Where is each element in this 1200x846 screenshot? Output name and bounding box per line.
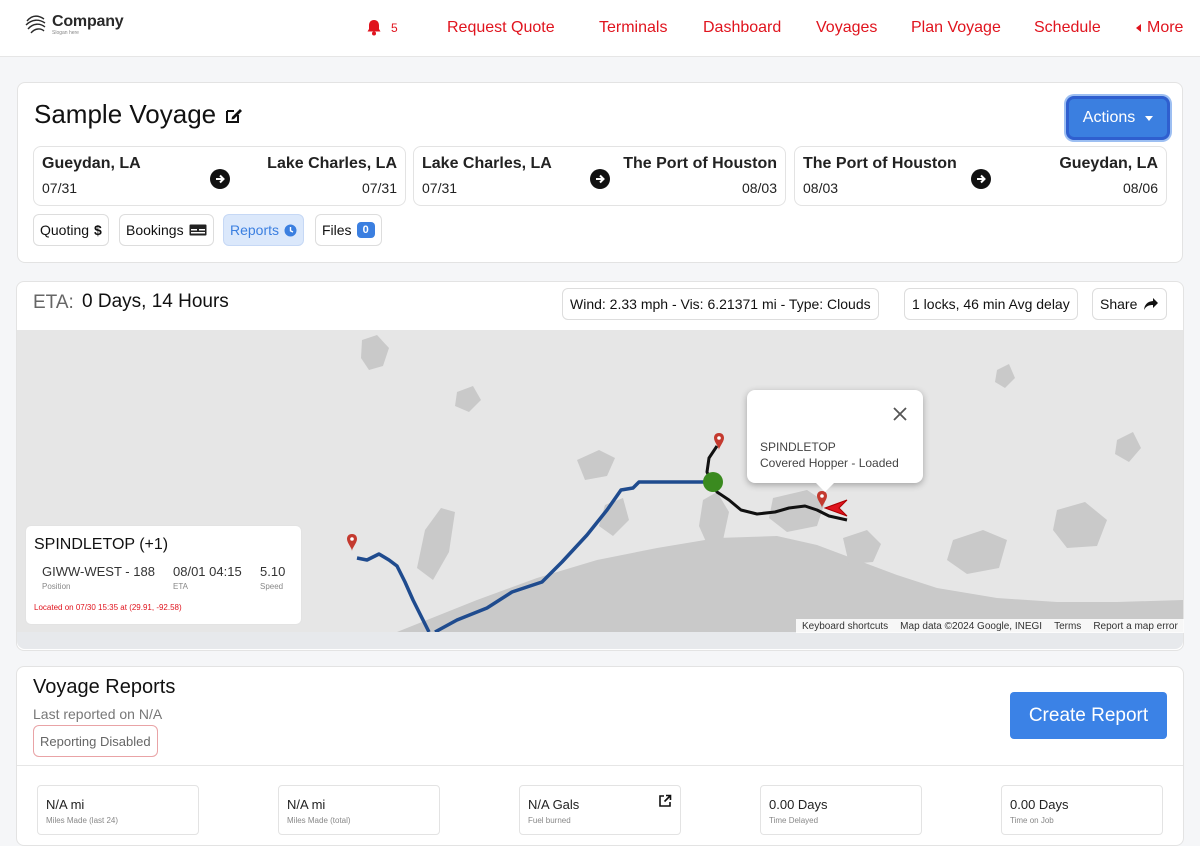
leg-destination-date: 08/03 bbox=[741, 180, 777, 196]
tab-reports-label: Reports bbox=[230, 222, 280, 238]
eta-value: 0 Days, 14 Hours bbox=[82, 291, 229, 312]
logo-text: Company Slogan here bbox=[52, 13, 124, 37]
voyage-title-row: Sample Voyage bbox=[34, 99, 244, 130]
terms-link[interactable]: Terms bbox=[1048, 621, 1087, 632]
edit-icon[interactable] bbox=[224, 105, 244, 125]
brand-name: Company bbox=[52, 13, 124, 30]
vessel-position: GIWW-WEST - 188 bbox=[42, 564, 155, 579]
arrow-right-icon bbox=[210, 169, 230, 189]
map-attribution: Keyboard shortcuts Map data ©2024 Google… bbox=[796, 619, 1184, 633]
leg-destination: Gueydan, LA bbox=[1059, 155, 1158, 172]
logo-mark-icon bbox=[25, 15, 46, 34]
stat-label: Miles Made (last 24) bbox=[46, 816, 119, 825]
nav-request-quote[interactable]: Request Quote bbox=[447, 18, 555, 38]
brand-slogan: Slogan here bbox=[52, 30, 79, 36]
caret-left-icon bbox=[1136, 24, 1141, 32]
create-report-button[interactable]: Create Report bbox=[1010, 692, 1167, 739]
share-button[interactable]: Share bbox=[1092, 288, 1168, 320]
tab-files[interactable]: Files 0 bbox=[315, 214, 382, 246]
vessel-speed-label: Speed bbox=[260, 582, 284, 591]
vessel-name: SPINDLETOP (+1) bbox=[34, 536, 169, 553]
leg-origin-date: 07/31 bbox=[42, 180, 78, 196]
leg-origin: The Port of Houston bbox=[803, 155, 957, 172]
nav-terminals[interactable]: Terminals bbox=[599, 18, 667, 38]
external-link-icon[interactable] bbox=[658, 794, 672, 808]
leg-origin: Gueydan, LA bbox=[42, 155, 141, 172]
eta-label: ETA: bbox=[33, 292, 74, 313]
share-icon bbox=[1144, 298, 1159, 310]
tab-reports[interactable]: Reports bbox=[223, 214, 305, 246]
tab-bookings[interactable]: Bookings bbox=[119, 214, 214, 246]
tab-quoting[interactable]: Quoting $ bbox=[33, 214, 109, 246]
stat-label: Fuel burned bbox=[528, 816, 571, 825]
arrow-right-icon bbox=[590, 169, 610, 189]
caret-down-icon bbox=[1145, 115, 1154, 121]
top-navbar: Company Slogan here 5 Request Quote Term… bbox=[0, 0, 1200, 57]
vessel-located-text: Located on 07/30 15:35 at (29.91, -92.58… bbox=[34, 603, 182, 612]
notifications[interactable]: 5 bbox=[366, 19, 398, 36]
reporting-status-badge: Reporting Disabled bbox=[33, 725, 158, 757]
voyage-title: Sample Voyage bbox=[34, 99, 217, 129]
stat-value: N/A mi bbox=[46, 797, 85, 812]
tab-files-label: Files bbox=[322, 222, 352, 238]
vessel-status-card[interactable]: SPINDLETOP (+1) GIWW-WEST - 188 Position… bbox=[25, 525, 302, 625]
stat-value: 0.00 Days bbox=[769, 797, 828, 812]
keyboard-shortcuts-link[interactable]: Keyboard shortcuts bbox=[796, 621, 894, 632]
share-label: Share bbox=[1100, 296, 1138, 312]
ticket-icon bbox=[189, 224, 207, 236]
tab-quoting-label: Quoting bbox=[40, 222, 90, 238]
report-map-error-link[interactable]: Report a map error bbox=[1087, 621, 1183, 632]
company-logo[interactable]: Company Slogan here bbox=[24, 13, 124, 37]
popup-tail bbox=[815, 482, 835, 492]
clock-icon bbox=[284, 224, 297, 236]
voyage-leg-2[interactable]: Lake Charles, LA The Port of Houston 07/… bbox=[413, 146, 786, 206]
leg-destination-date: 07/31 bbox=[361, 180, 397, 196]
reports-title: Voyage Reports bbox=[33, 676, 176, 698]
bell-icon bbox=[367, 20, 381, 36]
dollar-icon: $ bbox=[94, 222, 102, 238]
nav-schedule[interactable]: Schedule bbox=[1034, 18, 1101, 38]
locks-info: 1 locks, 46 min Avg delay bbox=[904, 288, 1078, 320]
voyage-leg-3[interactable]: The Port of Houston Gueydan, LA 08/03 08… bbox=[794, 146, 1167, 206]
arrow-right-icon bbox=[971, 169, 991, 189]
voyage-leg-1[interactable]: Gueydan, LA Lake Charles, LA 07/31 07/31 bbox=[33, 146, 406, 206]
vessel-eta-label: ETA bbox=[173, 582, 188, 591]
leg-origin-date: 08/03 bbox=[803, 180, 839, 196]
files-count-badge: 0 bbox=[356, 222, 375, 238]
actions-label: Actions bbox=[1082, 109, 1136, 126]
reports-divider bbox=[17, 765, 1183, 766]
vessel-eta: 08/01 04:15 bbox=[173, 564, 242, 579]
last-reported-text: Last reported on N/A bbox=[33, 706, 163, 722]
nav-more[interactable]: More bbox=[1136, 18, 1183, 38]
notification-count: 5 bbox=[391, 20, 398, 35]
stat-value: 0.00 Days bbox=[1010, 797, 1069, 812]
stat-label: Miles Made (total) bbox=[287, 816, 351, 825]
leg-origin-date: 07/31 bbox=[422, 180, 458, 196]
leg-destination-date: 08/06 bbox=[1122, 180, 1158, 196]
map-footer-strip bbox=[17, 632, 1183, 649]
close-icon[interactable] bbox=[892, 406, 908, 422]
vessel-speed: 5.10 bbox=[260, 564, 286, 579]
stat-value: N/A Gals bbox=[528, 797, 580, 812]
vessel-info-popup: SPINDLETOP Covered Hopper - Loaded bbox=[747, 390, 923, 483]
leg-destination: Lake Charles, LA bbox=[267, 155, 397, 172]
stat-label: Time Delayed bbox=[769, 816, 819, 825]
nav-voyages[interactable]: Voyages bbox=[816, 18, 877, 38]
nav-dashboard[interactable]: Dashboard bbox=[703, 18, 781, 38]
vessel-position-dot[interactable] bbox=[703, 472, 723, 492]
popup-vessel-name: SPINDLETOP bbox=[760, 440, 836, 454]
popup-cargo: Covered Hopper - Loaded bbox=[760, 456, 899, 470]
leg-origin: Lake Charles, LA bbox=[422, 155, 552, 172]
weather-info: Wind: 2.33 mph - Vis: 6.21371 mi - Type:… bbox=[562, 288, 879, 320]
nav-more-label: More bbox=[1147, 19, 1184, 36]
actions-dropdown-button[interactable]: Actions bbox=[1066, 96, 1170, 140]
vessel-position-label: Position bbox=[42, 582, 71, 591]
tab-bookings-label: Bookings bbox=[126, 222, 184, 238]
stat-label: Time on Job bbox=[1010, 816, 1054, 825]
stat-value: N/A mi bbox=[287, 797, 326, 812]
leg-destination: The Port of Houston bbox=[623, 155, 777, 172]
map-data-credit: Map data ©2024 Google, INEGI bbox=[900, 620, 1043, 632]
nav-plan-voyage[interactable]: Plan Voyage bbox=[911, 18, 1001, 38]
